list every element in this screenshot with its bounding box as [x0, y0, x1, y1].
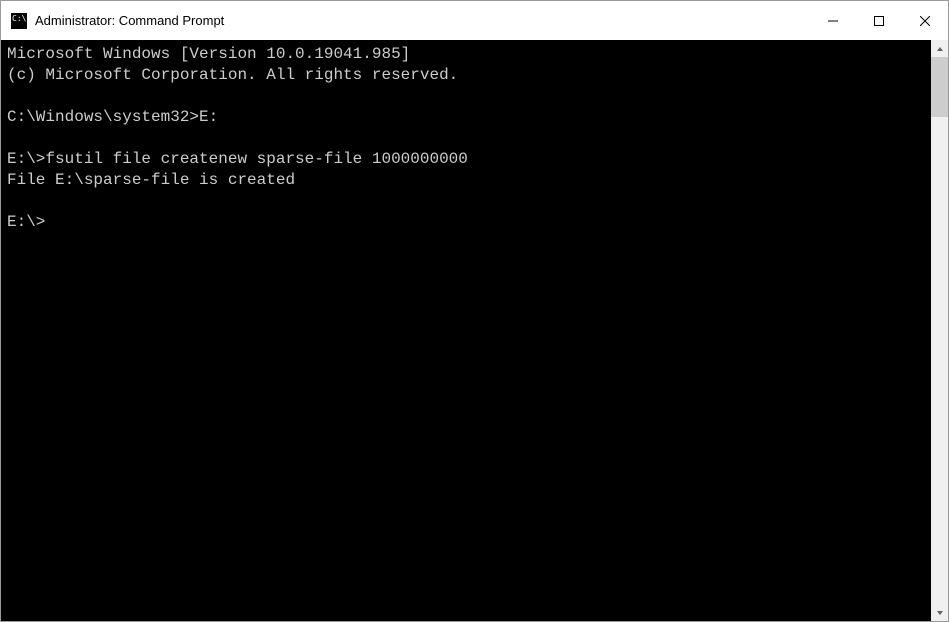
terminal-output[interactable]: Microsoft Windows [Version 10.0.19041.98…	[1, 40, 931, 621]
terminal-line: C:\Windows\system32>E:	[7, 107, 931, 128]
terminal-line: (c) Microsoft Corporation. All rights re…	[7, 65, 931, 86]
terminal-line	[7, 86, 931, 107]
terminal-line: E:\>	[7, 212, 931, 233]
terminal-line	[7, 128, 931, 149]
close-button[interactable]	[902, 1, 948, 40]
terminal-line: File E:\sparse-file is created	[7, 170, 931, 191]
minimize-button[interactable]	[810, 1, 856, 40]
scroll-thumb[interactable]	[931, 57, 948, 117]
terminal-line: Microsoft Windows [Version 10.0.19041.98…	[7, 44, 931, 65]
chevron-up-icon	[936, 45, 944, 53]
terminal-line: E:\>fsutil file createnew sparse-file 10…	[7, 149, 931, 170]
chevron-down-icon	[936, 609, 944, 617]
scroll-down-button[interactable]	[931, 604, 948, 621]
window-title: Administrator: Command Prompt	[35, 13, 810, 28]
client-area: Microsoft Windows [Version 10.0.19041.98…	[1, 40, 948, 621]
window-controls	[810, 1, 948, 40]
close-icon	[920, 16, 930, 26]
titlebar[interactable]: Administrator: Command Prompt	[1, 1, 948, 40]
terminal-line	[7, 191, 931, 212]
scroll-up-button[interactable]	[931, 40, 948, 57]
window-frame: Administrator: Command Prompt Microsoft …	[0, 0, 949, 622]
maximize-icon	[874, 16, 884, 26]
minimize-icon	[828, 16, 838, 26]
maximize-button[interactable]	[856, 1, 902, 40]
vertical-scrollbar[interactable]	[931, 40, 948, 621]
cmd-icon	[11, 13, 27, 29]
